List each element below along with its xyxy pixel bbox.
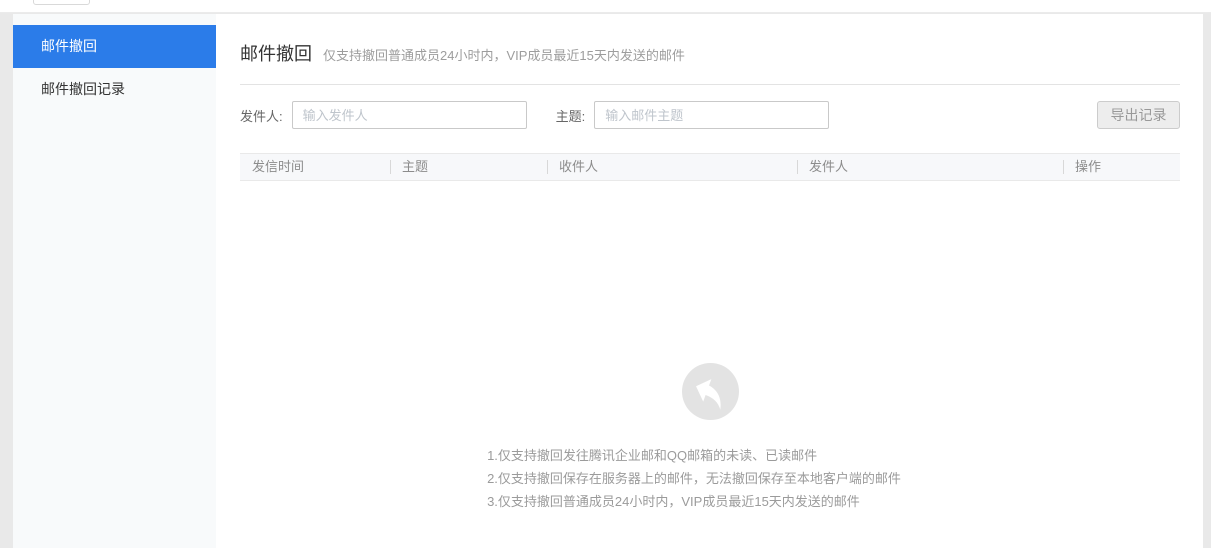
recall-note-line: 3.仅支持撤回普通成员24小时内，VIP成员最近15天内发送的邮件: [487, 490, 901, 513]
recall-note-line: 2.仅支持撤回保存在服务器上的邮件，无法撤回保存至本地客户端的邮件: [487, 467, 901, 490]
main-panel: 邮件撤回 邮件撤回记录 邮件撤回 仅支持撤回普通成员24小时内，VIP成员最近1…: [13, 14, 1203, 548]
subject-label: 主题:: [556, 106, 586, 125]
sidebar: 邮件撤回 邮件撤回记录: [13, 14, 216, 548]
recall-notes: 1.仅支持撤回发往腾讯企业邮和QQ邮箱的未读、已读邮件 2.仅支持撤回保存在服务…: [487, 444, 901, 513]
sidebar-item-email-recall[interactable]: 邮件撤回: [13, 25, 216, 68]
email-recall-page: { "colors": { "accent_blue": "#2b7ce9", …: [0, 0, 1211, 548]
sender-label: 发件人:: [240, 106, 283, 125]
column-header-subject: 主题: [390, 153, 547, 181]
column-header-send-time: 发信时间: [240, 153, 390, 181]
column-header-recipient: 收件人: [547, 153, 797, 181]
content-area: 邮件撤回 仅支持撤回普通成员24小时内，VIP成员最近15天内发送的邮件 发件人…: [216, 14, 1203, 548]
recall-arrow-icon: [682, 363, 739, 420]
page-title: 邮件撤回: [240, 40, 312, 66]
top-bar: [0, 0, 1211, 13]
title-row: 邮件撤回 仅支持撤回普通成员24小时内，VIP成员最近15天内发送的邮件: [240, 14, 1180, 85]
cutoff-top-button[interactable]: [33, 0, 90, 5]
filter-row: 发件人: 主题: 导出记录: [240, 101, 1180, 129]
column-header-sender: 发件人: [797, 153, 1063, 181]
empty-state: 1.仅支持撤回发往腾讯企业邮和QQ邮箱的未读、已读邮件 2.仅支持撤回保存在服务…: [240, 363, 1180, 513]
recall-note-line: 1.仅支持撤回发往腾讯企业邮和QQ邮箱的未读、已读邮件: [487, 444, 901, 467]
table-header-row: 发信时间 主题 收件人 发件人 操作: [240, 153, 1180, 181]
column-header-action: 操作: [1063, 153, 1180, 181]
subject-input[interactable]: [594, 101, 829, 129]
sidebar-item-email-recall-records[interactable]: 邮件撤回记录: [13, 68, 216, 111]
export-records-button[interactable]: 导出记录: [1097, 101, 1180, 129]
page-subtitle: 仅支持撤回普通成员24小时内，VIP成员最近15天内发送的邮件: [323, 45, 685, 64]
sender-input[interactable]: [292, 101, 527, 129]
